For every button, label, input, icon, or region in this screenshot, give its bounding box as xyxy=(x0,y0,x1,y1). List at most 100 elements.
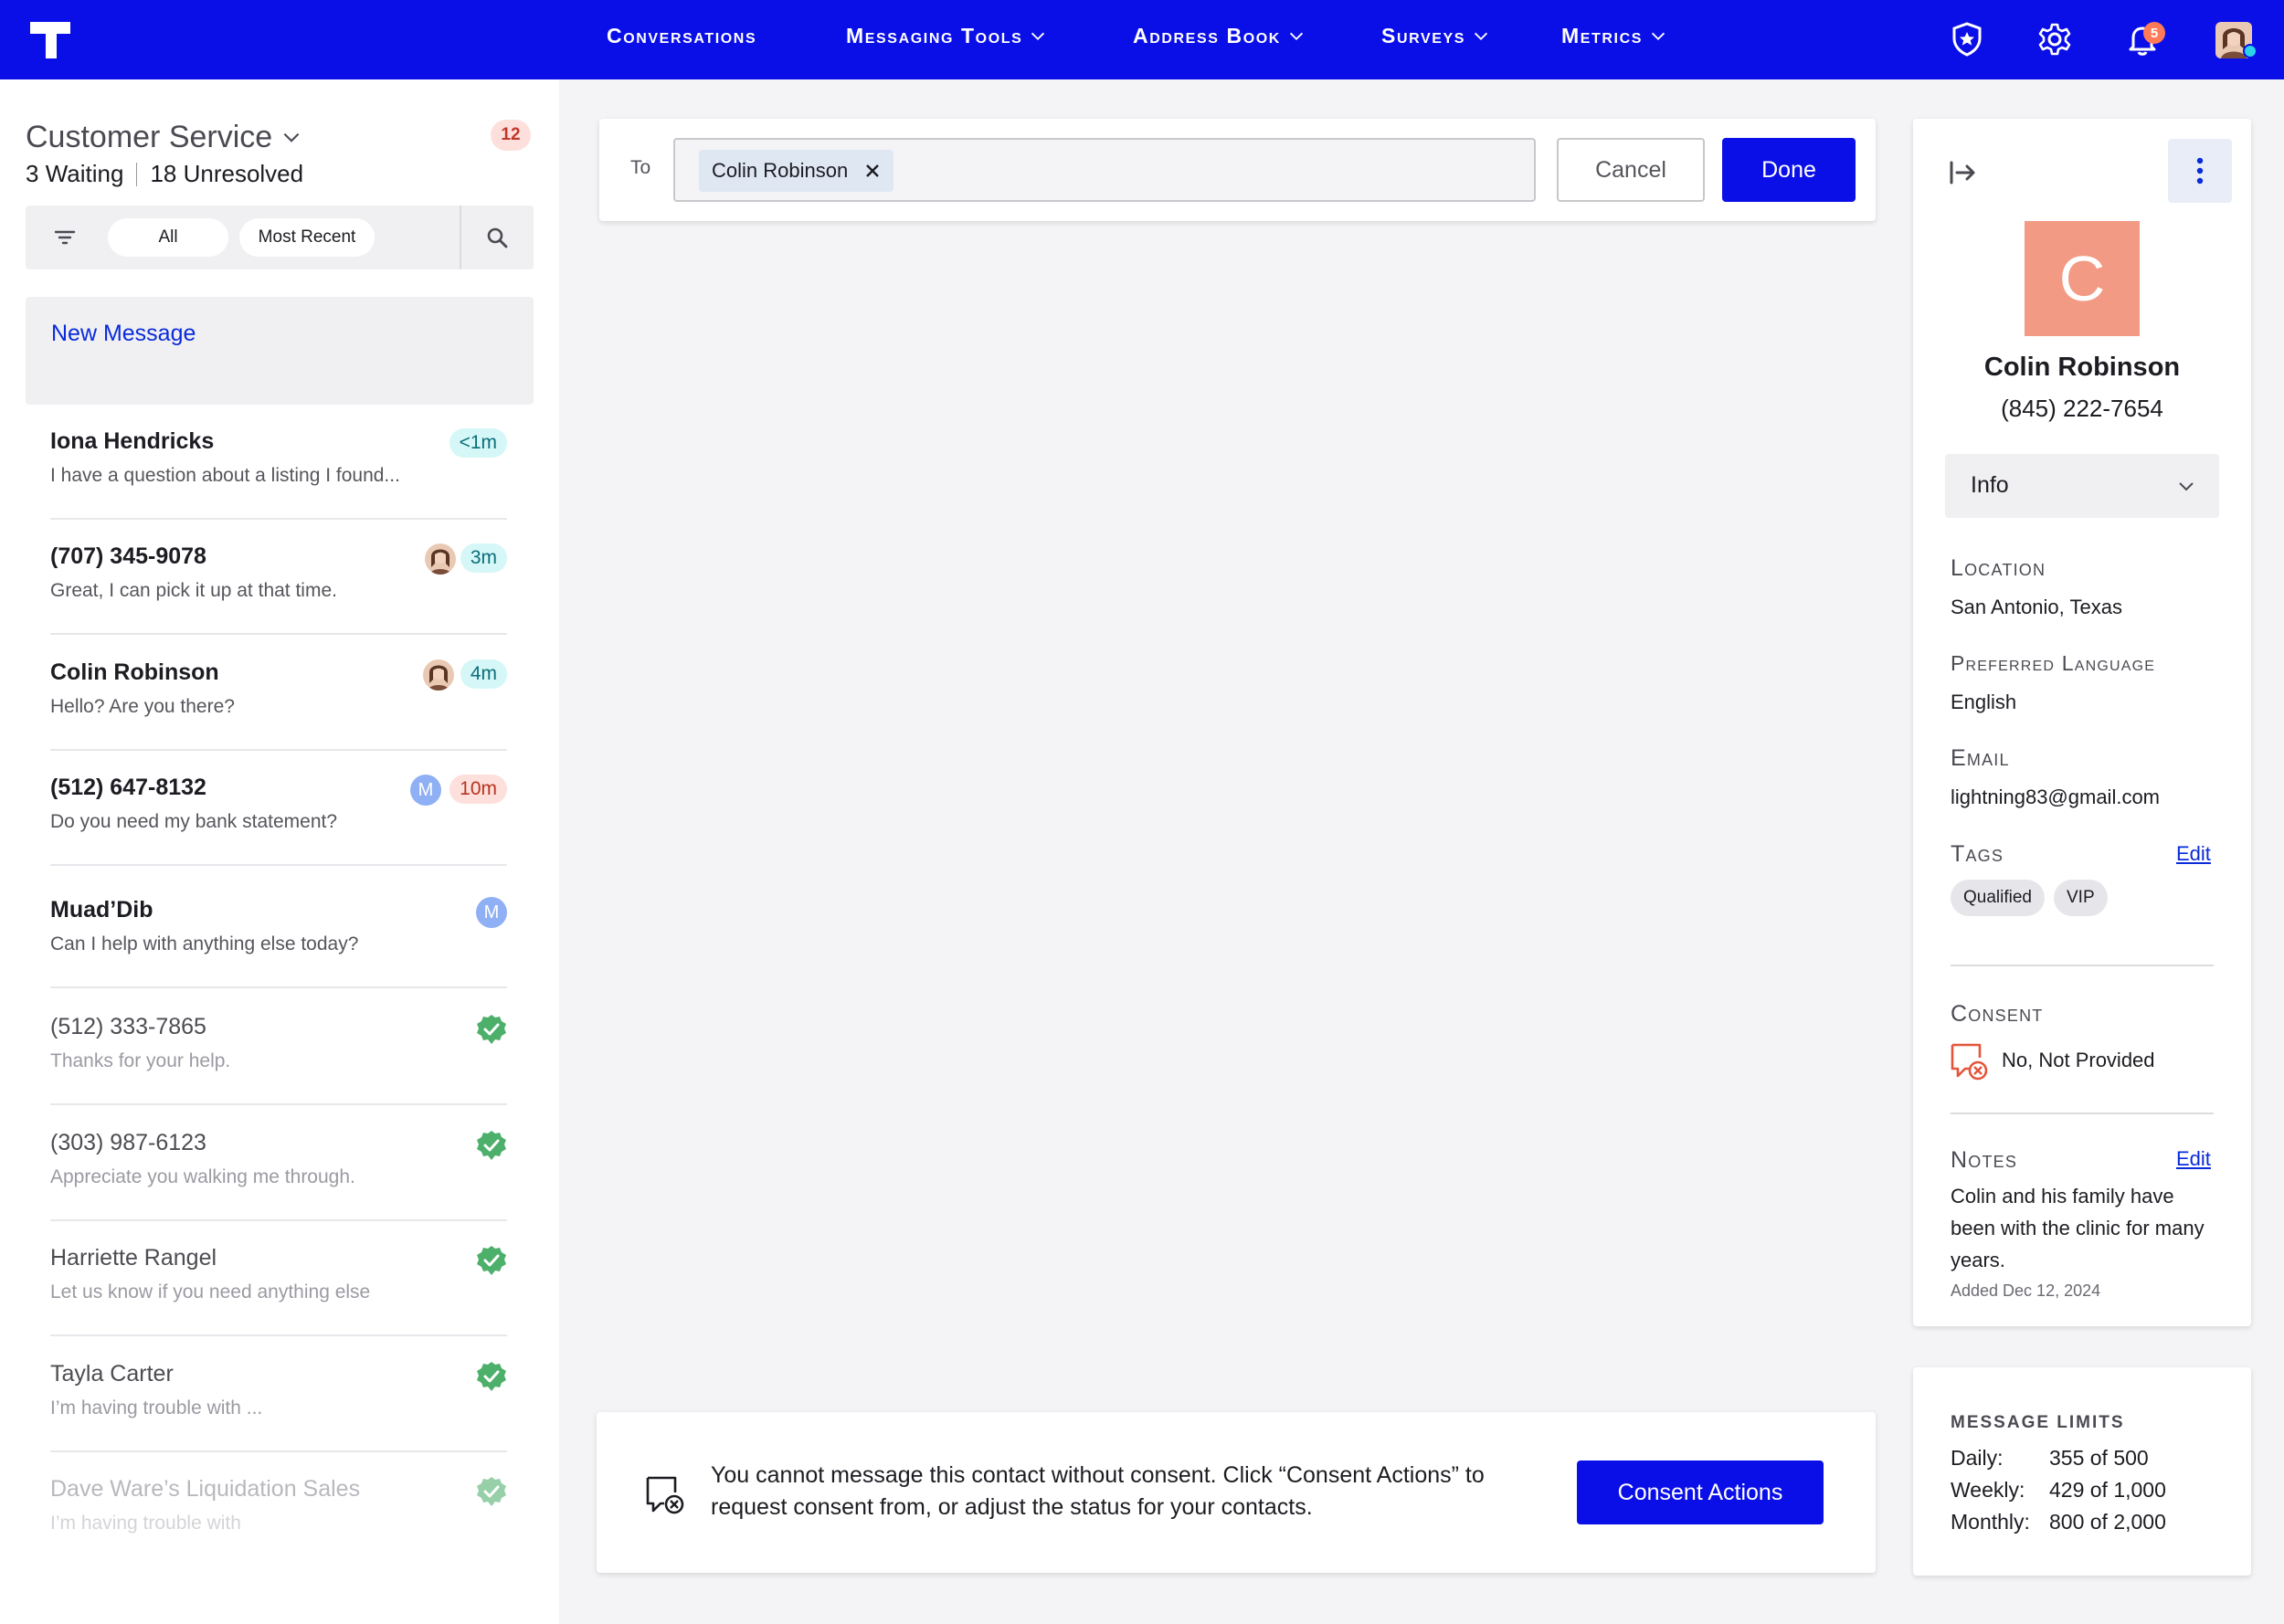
notes-edit-link[interactable]: Edit xyxy=(2176,1147,2211,1171)
nav-label: Messaging Tools xyxy=(846,24,1023,47)
conversation-preview: Let us know if you need anything else xyxy=(50,1281,371,1302)
conversation-preview: I’m having trouble with xyxy=(50,1513,241,1534)
list-divider xyxy=(50,864,507,866)
assignee-initial-avatar: M xyxy=(476,897,507,928)
message-blocked-icon xyxy=(646,1476,684,1514)
new-message-label: New Message xyxy=(51,321,196,346)
limit-label: Daily: xyxy=(1951,1446,2004,1470)
contact-avatar: C xyxy=(2025,221,2140,336)
conversation-preview: I’m having trouble with ... xyxy=(50,1397,263,1418)
shield-star-icon[interactable] xyxy=(1946,18,1988,60)
list-divider xyxy=(50,1334,507,1336)
nav-label: Conversations xyxy=(607,24,757,47)
list-divider xyxy=(50,986,507,988)
sort-most-recent-pill[interactable]: Most Recent xyxy=(239,218,375,257)
preferred-language-value: English xyxy=(1951,691,2017,713)
conversation-item[interactable]: Colin Robinson Hello? Are you there? 4m xyxy=(50,636,507,751)
waiting-label: Waiting xyxy=(45,160,124,187)
nav-metrics[interactable]: Metrics xyxy=(1561,24,1668,48)
consent-denied-icon xyxy=(1951,1043,1988,1081)
conversation-name: Dave Ware’s Liquidation Sales xyxy=(50,1476,361,1502)
nav-address-book[interactable]: Address Book xyxy=(1133,24,1306,48)
notes-label: Notes xyxy=(1951,1147,2018,1173)
app-logo-icon[interactable] xyxy=(27,18,73,60)
new-message-item[interactable]: New Message xyxy=(26,297,534,405)
limit-label: Monthly: xyxy=(1951,1510,2030,1534)
chevron-down-icon xyxy=(1651,32,1665,40)
assignee-avatar xyxy=(425,543,456,575)
filter-all-pill[interactable]: All xyxy=(108,218,228,257)
wait-time-badge: 4m xyxy=(460,659,507,689)
conversation-name: (707) 345-9078 xyxy=(50,543,206,569)
conversation-item[interactable]: (707) 345-9078 Great, I can pick it up at… xyxy=(50,520,507,635)
contact-name: Colin Robinson xyxy=(1983,353,2181,382)
conversation-item[interactable]: Tayla Carter I’m having trouble with ... xyxy=(50,1337,507,1452)
filter-icon[interactable] xyxy=(53,226,77,249)
chevron-down-icon xyxy=(1474,32,1488,40)
conversation-preview: Thanks for your help. xyxy=(50,1050,231,1071)
done-button[interactable]: Done xyxy=(1722,138,1856,202)
conversation-name: Iona Hendricks xyxy=(50,428,215,454)
conversation-name: Harriette Rangel xyxy=(50,1245,217,1271)
conversation-item[interactable]: (512) 647-8132 Do you need my bank statem… xyxy=(50,751,507,866)
conversation-name: Colin Robinson xyxy=(50,659,219,685)
collapse-panel-icon[interactable] xyxy=(1948,157,1979,188)
bell-icon[interactable]: 5 xyxy=(2121,18,2165,60)
conversation-item[interactable]: Dave Ware’s Liquidation Sales I’m having … xyxy=(50,1452,507,1567)
conversation-preview: Appreciate you walking me through. xyxy=(50,1166,355,1187)
nav-messaging-tools[interactable]: Messaging Tools xyxy=(846,24,1048,48)
inbox-selector[interactable]: Customer Service xyxy=(26,120,303,155)
conversation-item[interactable]: (512) 333-7865 Thanks for your help. xyxy=(50,990,507,1105)
inbox-title: Customer Service xyxy=(26,120,273,154)
wait-time-badge: 10m xyxy=(449,775,507,804)
resolved-check-icon xyxy=(476,1014,507,1045)
more-options-button[interactable] xyxy=(2168,139,2232,203)
email-label: Email xyxy=(1951,745,2010,771)
conversation-item[interactable]: Muad’Dib Can I help with anything else to… xyxy=(50,873,507,988)
nav-label: Metrics xyxy=(1561,24,1644,47)
recipient-name: Colin Robinson xyxy=(712,159,849,182)
tags-edit-link[interactable]: Edit xyxy=(2176,842,2211,866)
nav-surveys[interactable]: Surveys xyxy=(1381,24,1491,48)
list-divider xyxy=(50,633,507,635)
message-limits-card: MESSAGE LIMITS Daily: 355 of 500 Weekly:… xyxy=(1913,1367,2251,1576)
section-select[interactable]: Info xyxy=(1945,454,2219,518)
limit-row-weekly: Weekly: 429 of 1,000 xyxy=(1951,1478,2166,1503)
section-divider xyxy=(1951,1113,2214,1114)
waiting-count: 3 xyxy=(26,160,39,187)
kebab-menu-icon xyxy=(2196,157,2204,185)
conversation-preview: I have a question about a listing I foun… xyxy=(50,465,400,486)
contact-phone: (845) 222-7654 xyxy=(2001,395,2163,422)
close-icon[interactable] xyxy=(864,163,881,179)
unresolved-label: Unresolved xyxy=(183,160,304,187)
consent-notice-text: You cannot message this contact without … xyxy=(711,1462,1485,1520)
cancel-button[interactable]: Cancel xyxy=(1557,138,1705,202)
conversation-item[interactable]: Iona Hendricks I have a question about a … xyxy=(50,405,507,520)
section-divider xyxy=(1951,965,2214,966)
stats-divider xyxy=(136,162,138,186)
recipient-input[interactable]: Colin Robinson xyxy=(673,138,1536,202)
nav-conversations[interactable]: Conversations xyxy=(607,24,756,48)
conversation-item[interactable]: (303) 987-6123 Appreciate you walking me … xyxy=(50,1106,507,1221)
conversation-name: (512) 333-7865 xyxy=(50,1014,206,1039)
conversation-item[interactable]: Harriette Rangel Let us know if you need … xyxy=(50,1221,507,1336)
inbox-count-badge: 12 xyxy=(491,120,531,151)
location-label: Location xyxy=(1951,555,2046,581)
search-icon[interactable] xyxy=(484,225,510,250)
conversation-name: (512) 647-8132 xyxy=(50,775,206,800)
online-status-dot xyxy=(2243,44,2258,58)
tags-label: Tags xyxy=(1951,841,2004,867)
assignee-initial-avatar: M xyxy=(410,775,441,806)
recipient-chip[interactable]: Colin Robinson xyxy=(699,150,894,192)
resolved-check-icon xyxy=(476,1476,507,1507)
top-navigation-bar: Conversations Messaging Tools Address Bo… xyxy=(0,0,2284,79)
consent-actions-button[interactable]: Consent Actions xyxy=(1577,1461,1824,1524)
unresolved-count: 18 xyxy=(150,160,177,187)
resolved-check-icon xyxy=(476,1245,507,1276)
filter-bar: All Most Recent xyxy=(26,206,534,269)
chevron-down-icon xyxy=(283,132,300,142)
location-value: San Antonio, Texas xyxy=(1951,596,2122,618)
conversation-preview: Can I help with anything else today? xyxy=(50,933,359,954)
consent-status: No, Not Provided xyxy=(2002,1049,2155,1071)
gear-icon[interactable] xyxy=(2034,18,2076,60)
